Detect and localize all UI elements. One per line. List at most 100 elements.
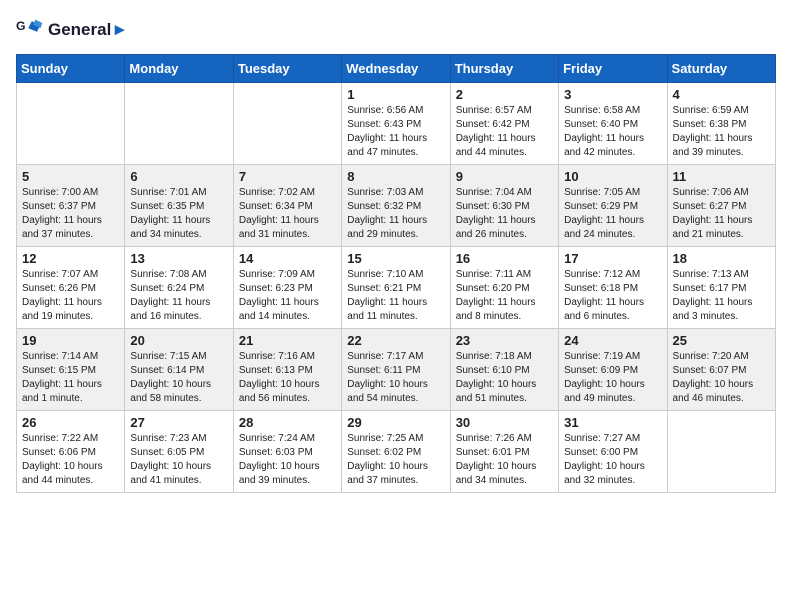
calendar-cell: 26Sunrise: 7:22 AMSunset: 6:06 PMDayligh… — [17, 411, 125, 493]
day-info: Sunrise: 7:13 AMSunset: 6:17 PMDaylight:… — [673, 268, 770, 324]
day-info: Sunrise: 7:26 AMSunset: 6:01 PMDaylight:… — [456, 432, 553, 488]
day-number: 5 — [22, 169, 119, 184]
day-info: Sunrise: 7:24 AMSunset: 6:03 PMDaylight:… — [239, 432, 336, 488]
day-number: 27 — [130, 415, 227, 430]
calendar-cell: 22 Sunrise: 7:17 AMSunset: 6:11 PMDayligh… — [342, 329, 450, 411]
calendar-cell: 11Sunrise: 7:06 AMSunset: 6:27 PMDayligh… — [667, 165, 775, 247]
day-number: 25 — [673, 333, 770, 348]
calendar-cell: 13Sunrise: 7:08 AMSunset: 6:24 PMDayligh… — [125, 247, 233, 329]
day-info: Sunrise: 7:05 AMSunset: 6:29 PMDaylight:… — [564, 186, 661, 242]
logo: G General► — [16, 16, 128, 44]
day-info: Sunrise: 7:02 AMSunset: 6:34 PMDaylight:… — [239, 186, 336, 242]
calendar-cell: 31 Sunrise: 7:27 AMSunset: 6:00 PMDayligh… — [559, 411, 667, 493]
day-number: 16 — [456, 251, 553, 266]
calendar-cell: 29 Sunrise: 7:25 AMSunset: 6:02 PMDayligh… — [342, 411, 450, 493]
day-info: Sunrise: 7:11 AMSunset: 6:20 PMDaylight:… — [456, 268, 553, 324]
day-number: 24 — [564, 333, 661, 348]
weekday-header-saturday: Saturday — [667, 55, 775, 83]
calendar-cell: 15 Sunrise: 7:10 AMSunset: 6:21 PMDayligh… — [342, 247, 450, 329]
day-info: Sunrise: 7:00 AMSunset: 6:37 PMDaylight:… — [22, 186, 119, 242]
calendar-cell: 30 Sunrise: 7:26 AMSunset: 6:01 PMDayligh… — [450, 411, 558, 493]
day-number: 11 — [673, 169, 770, 184]
day-number: 1 — [347, 87, 444, 102]
calendar-cell: 2 Sunrise: 6:57 AMSunset: 6:42 PMDaylight… — [450, 83, 558, 165]
calendar-cell: 19 Sunrise: 7:14 AMSunset: 6:15 PMDayligh… — [17, 329, 125, 411]
day-info: Sunrise: 7:27 AMSunset: 6:00 PMDaylight:… — [564, 432, 661, 488]
calendar-header-row: SundayMondayTuesdayWednesdayThursdayFrid… — [17, 55, 776, 83]
weekday-header-sunday: Sunday — [17, 55, 125, 83]
calendar-cell — [233, 83, 341, 165]
day-number: 6 — [130, 169, 227, 184]
day-info: Sunrise: 7:04 AMSunset: 6:30 PMDaylight:… — [456, 186, 553, 242]
day-info: Sunrise: 6:58 AMSunset: 6:40 PMDaylight:… — [564, 104, 661, 160]
calendar-cell: 4 Sunrise: 6:59 AMSunset: 6:38 PMDaylight… — [667, 83, 775, 165]
day-number: 3 — [564, 87, 661, 102]
day-info: Sunrise: 7:25 AMSunset: 6:02 PMDaylight:… — [347, 432, 444, 488]
day-info: Sunrise: 7:20 AMSunset: 6:07 PMDaylight:… — [673, 350, 770, 406]
day-info: Sunrise: 7:14 AMSunset: 6:15 PMDaylight:… — [22, 350, 119, 406]
calendar-cell: 28 Sunrise: 7:24 AMSunset: 6:03 PMDayligh… — [233, 411, 341, 493]
day-number: 2 — [456, 87, 553, 102]
calendar-week-row: 5 Sunrise: 7:00 AMSunset: 6:37 PMDaylight… — [17, 165, 776, 247]
day-info: Sunrise: 7:16 AMSunset: 6:13 PMDaylight:… — [239, 350, 336, 406]
day-number: 30 — [456, 415, 553, 430]
day-number: 28 — [239, 415, 336, 430]
day-number: 18 — [673, 251, 770, 266]
day-number: 21 — [239, 333, 336, 348]
day-info: Sunrise: 7:23 AMSunset: 6:05 PMDaylight:… — [130, 432, 227, 488]
calendar-week-row: 19 Sunrise: 7:14 AMSunset: 6:15 PMDayligh… — [17, 329, 776, 411]
calendar-cell — [125, 83, 233, 165]
day-info: Sunrise: 7:10 AMSunset: 6:21 PMDaylight:… — [347, 268, 444, 324]
day-number: 4 — [673, 87, 770, 102]
calendar-week-row: 1Sunrise: 6:56 AMSunset: 6:43 PMDaylight… — [17, 83, 776, 165]
day-number: 14 — [239, 251, 336, 266]
calendar-week-row: 12 Sunrise: 7:07 AMSunset: 6:26 PMDayligh… — [17, 247, 776, 329]
day-number: 8 — [347, 169, 444, 184]
day-info: Sunrise: 7:18 AMSunset: 6:10 PMDaylight:… — [456, 350, 553, 406]
calendar-cell — [667, 411, 775, 493]
day-info: Sunrise: 7:01 AMSunset: 6:35 PMDaylight:… — [130, 186, 227, 242]
logo-text-line1: General► — [48, 21, 128, 40]
calendar-cell: 8Sunrise: 7:03 AMSunset: 6:32 PMDaylight… — [342, 165, 450, 247]
day-info: Sunrise: 7:12 AMSunset: 6:18 PMDaylight:… — [564, 268, 661, 324]
day-info: Sunrise: 6:59 AMSunset: 6:38 PMDaylight:… — [673, 104, 770, 160]
calendar-cell: 23 Sunrise: 7:18 AMSunset: 6:10 PMDayligh… — [450, 329, 558, 411]
calendar-cell: 9 Sunrise: 7:04 AMSunset: 6:30 PMDaylight… — [450, 165, 558, 247]
logo-icon: G — [16, 16, 44, 44]
calendar-cell: 25 Sunrise: 7:20 AMSunset: 6:07 PMDayligh… — [667, 329, 775, 411]
calendar-cell: 12 Sunrise: 7:07 AMSunset: 6:26 PMDayligh… — [17, 247, 125, 329]
day-number: 23 — [456, 333, 553, 348]
day-info: Sunrise: 7:19 AMSunset: 6:09 PMDaylight:… — [564, 350, 661, 406]
calendar-cell: 18 Sunrise: 7:13 AMSunset: 6:17 PMDayligh… — [667, 247, 775, 329]
calendar-week-row: 26Sunrise: 7:22 AMSunset: 6:06 PMDayligh… — [17, 411, 776, 493]
day-number: 31 — [564, 415, 661, 430]
weekday-header-thursday: Thursday — [450, 55, 558, 83]
day-number: 29 — [347, 415, 444, 430]
day-number: 7 — [239, 169, 336, 184]
calendar-cell: 24 Sunrise: 7:19 AMSunset: 6:09 PMDayligh… — [559, 329, 667, 411]
calendar-cell: 5 Sunrise: 7:00 AMSunset: 6:37 PMDaylight… — [17, 165, 125, 247]
day-info: Sunrise: 7:07 AMSunset: 6:26 PMDaylight:… — [22, 268, 119, 324]
calendar-cell: 7 Sunrise: 7:02 AMSunset: 6:34 PMDaylight… — [233, 165, 341, 247]
logo-blue: ► — [111, 20, 128, 39]
day-number: 20 — [130, 333, 227, 348]
page-header: G General► — [16, 16, 776, 44]
day-number: 19 — [22, 333, 119, 348]
day-number: 10 — [564, 169, 661, 184]
day-number: 9 — [456, 169, 553, 184]
calendar-cell: 6 Sunrise: 7:01 AMSunset: 6:35 PMDaylight… — [125, 165, 233, 247]
weekday-header-monday: Monday — [125, 55, 233, 83]
calendar-cell: 17 Sunrise: 7:12 AMSunset: 6:18 PMDayligh… — [559, 247, 667, 329]
day-info: Sunrise: 7:17 AMSunset: 6:11 PMDaylight:… — [347, 350, 444, 406]
weekday-header-tuesday: Tuesday — [233, 55, 341, 83]
day-info: Sunrise: 7:09 AMSunset: 6:23 PMDaylight:… — [239, 268, 336, 324]
day-info: Sunrise: 6:57 AMSunset: 6:42 PMDaylight:… — [456, 104, 553, 160]
day-info: Sunrise: 7:08 AMSunset: 6:24 PMDaylight:… — [130, 268, 227, 324]
calendar-cell: 14 Sunrise: 7:09 AMSunset: 6:23 PMDayligh… — [233, 247, 341, 329]
day-number: 12 — [22, 251, 119, 266]
day-number: 15 — [347, 251, 444, 266]
day-number: 17 — [564, 251, 661, 266]
weekday-header-friday: Friday — [559, 55, 667, 83]
day-number: 22 — [347, 333, 444, 348]
calendar-cell: 3 Sunrise: 6:58 AMSunset: 6:40 PMDaylight… — [559, 83, 667, 165]
